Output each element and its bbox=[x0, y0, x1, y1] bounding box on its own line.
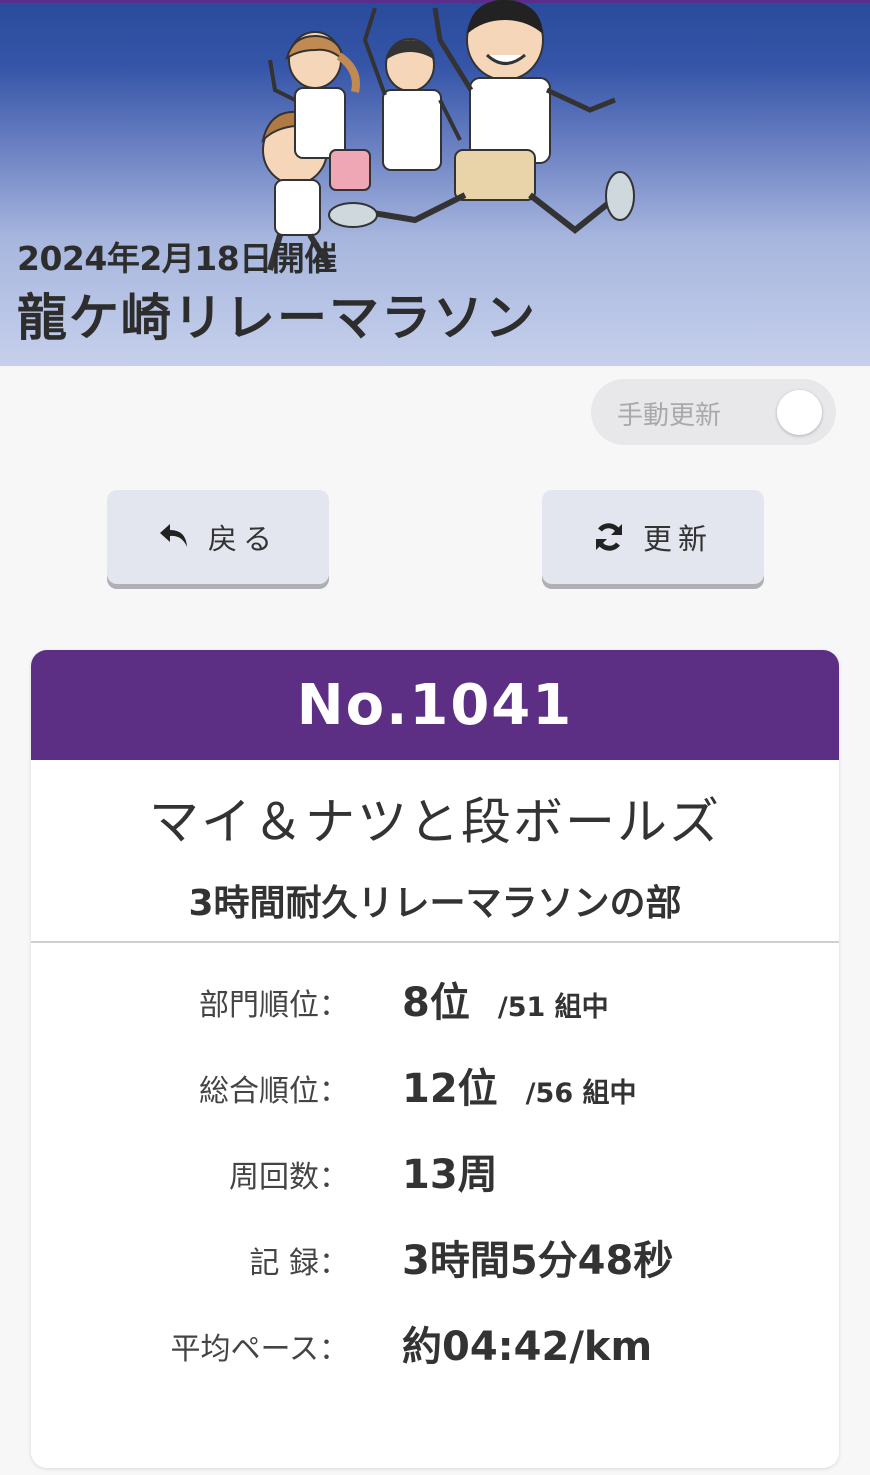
division-name: 3時間耐久リレーマラソンの部 bbox=[188, 883, 682, 924]
result-row-overall-rank: 総合順位： 12位/56 組中 bbox=[31, 1054, 839, 1114]
team-name: マイ＆ナツと段ボールズ bbox=[149, 793, 721, 851]
event-header: 2024年2月18日開催 龍ケ崎リレーマラソン bbox=[0, 0, 870, 366]
row-label: 平均ペース： bbox=[170, 1332, 350, 1367]
row-label: 記 録： bbox=[249, 1246, 349, 1281]
result-row-division-rank: 部門順位： 8位/51 組中 bbox=[31, 968, 839, 1028]
record-value: 3時間5分48秒 bbox=[402, 1238, 674, 1284]
laps-value: 13周 bbox=[402, 1152, 498, 1198]
result-row-average-pace: 平均ペース： 約04:42/km bbox=[31, 1312, 839, 1372]
sync-icon bbox=[593, 521, 625, 553]
row-value: 8位/51 組中 bbox=[402, 970, 609, 1028]
refresh-button-label: 更新 bbox=[642, 522, 713, 556]
division-rank-value: 8位 bbox=[402, 980, 470, 1026]
result-row-record: 記 録： 3時間5分48秒 bbox=[31, 1226, 839, 1286]
row-value: 12位/56 組中 bbox=[402, 1056, 637, 1114]
event-title: 龍ケ崎リレーマラソン bbox=[17, 289, 537, 347]
row-label: 周回数： bbox=[229, 1160, 349, 1195]
bib-number: No.1041 bbox=[31, 650, 839, 760]
overall-rank-total: /56 組中 bbox=[525, 1078, 637, 1109]
divider bbox=[31, 941, 839, 943]
refresh-button[interactable]: 更新 bbox=[542, 490, 764, 584]
toggle-knob[interactable] bbox=[777, 390, 822, 435]
overall-rank-value: 12位 bbox=[402, 1066, 498, 1112]
manual-refresh-toggle[interactable]: 手動更新 bbox=[591, 379, 836, 445]
row-label: 総合順位： bbox=[199, 1074, 349, 1109]
undo-arrow-icon bbox=[158, 522, 190, 552]
division-rank-total: /51 組中 bbox=[497, 992, 609, 1023]
row-label: 部門順位： bbox=[199, 988, 349, 1023]
event-date: 2024年2月18日開催 bbox=[17, 239, 337, 278]
toggle-label: 手動更新 bbox=[617, 401, 722, 431]
result-card: No.1041 マイ＆ナツと段ボールズ 3時間耐久リレーマラソンの部 部門順位：… bbox=[31, 650, 839, 1468]
result-row-laps: 周回数： 13周 bbox=[31, 1140, 839, 1200]
back-button[interactable]: 戻る bbox=[107, 490, 329, 584]
average-pace-value: 約04:42/km bbox=[402, 1324, 653, 1370]
back-button-label: 戻る bbox=[207, 522, 278, 556]
